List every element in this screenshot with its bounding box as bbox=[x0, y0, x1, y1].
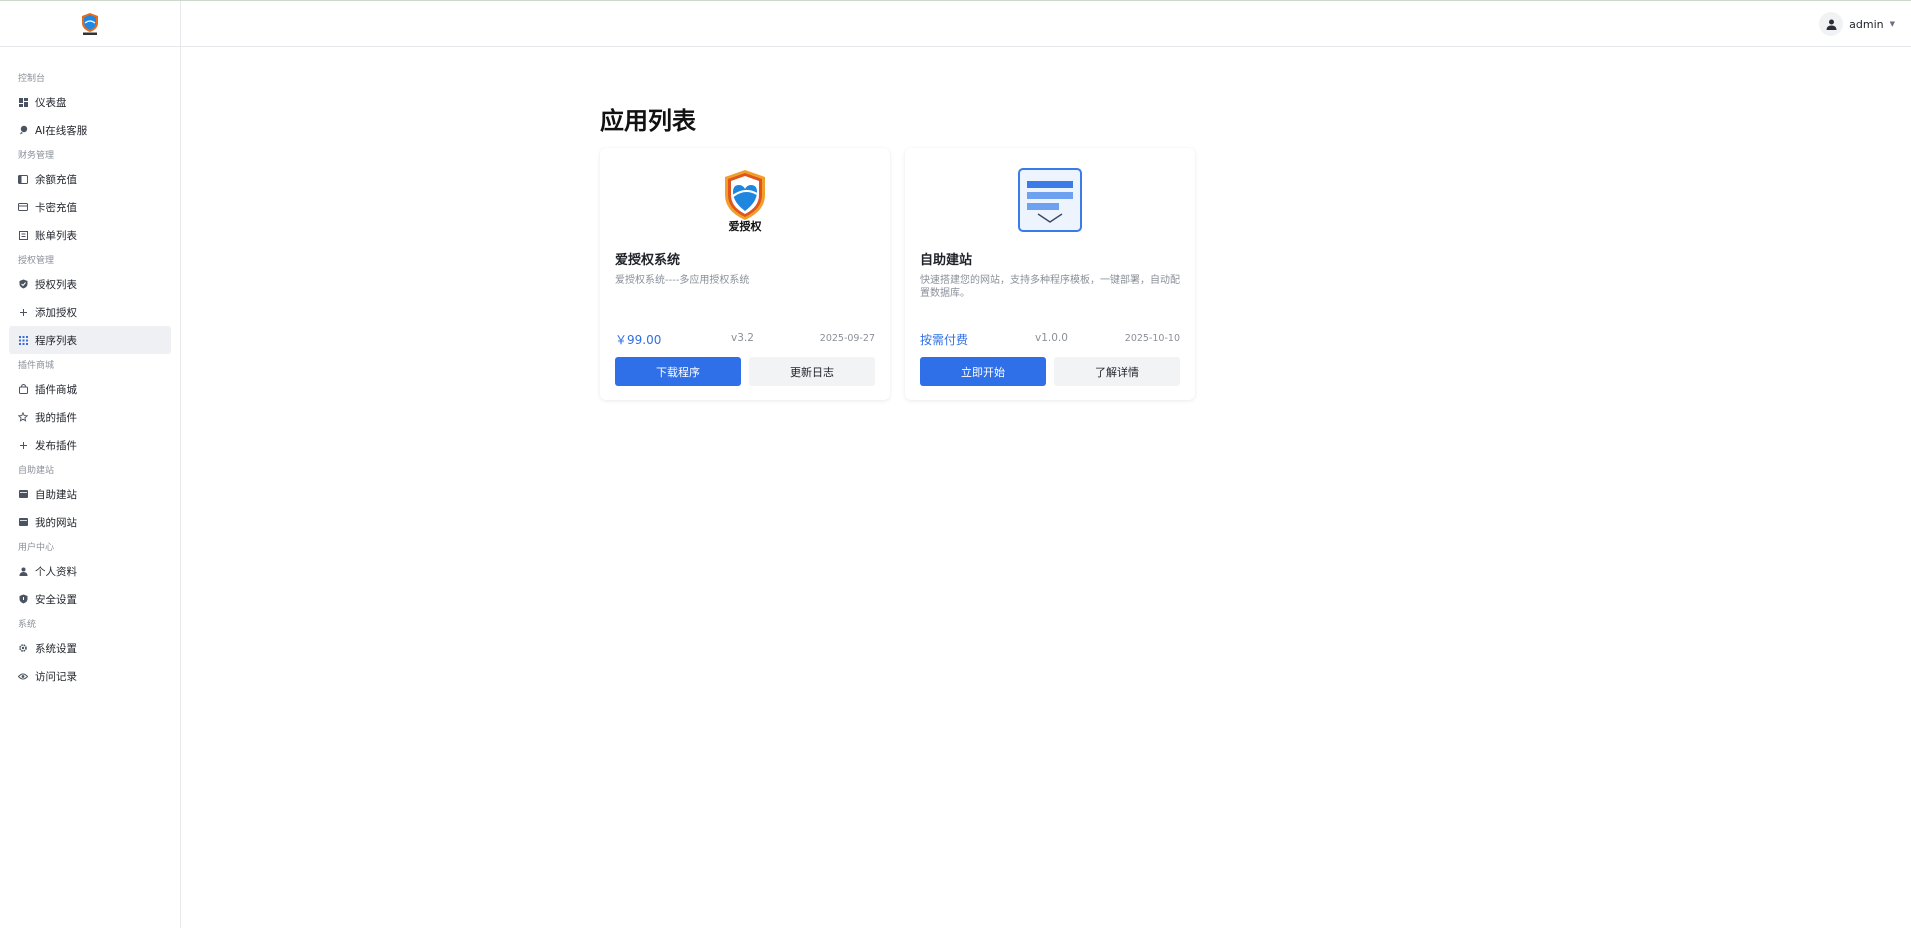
sidebar-item-label: 卡密充值 bbox=[35, 201, 77, 214]
sidebar-item-label: 仪表盘 bbox=[35, 96, 67, 109]
chevron-down-icon: ▼ bbox=[1889, 20, 1895, 28]
site-icon bbox=[18, 517, 28, 527]
sidebar-item-label: 访问记录 bbox=[35, 670, 77, 683]
app-description: 快速搭建您的网站，支持多种程序模板，一键部署，自动配置数据库。 bbox=[920, 275, 1180, 299]
website-template-icon bbox=[1018, 168, 1082, 232]
sidebar-item-plugin-store[interactable]: 插件商城 bbox=[9, 375, 171, 403]
app-version: v3.2 bbox=[731, 332, 754, 344]
sidebar-item-label: 系统设置 bbox=[35, 642, 77, 655]
nav-section-title: 授权管理 bbox=[18, 256, 55, 266]
sidebar-item-label: 个人资料 bbox=[35, 565, 77, 578]
sidebar-item-label: 程序列表 bbox=[35, 334, 77, 347]
eye-icon bbox=[18, 671, 28, 681]
nav-section-title: 插件商城 bbox=[18, 361, 55, 371]
sidebar-item-label: 自助建站 bbox=[35, 488, 77, 501]
nav-section-title: 财务管理 bbox=[18, 151, 55, 161]
user-icon bbox=[18, 566, 28, 576]
app-title: 爱授权系统 bbox=[615, 253, 681, 268]
username: admin bbox=[1849, 17, 1884, 31]
sidebar-item-label: 添加授权 bbox=[35, 306, 77, 319]
sidebar-item-bill-list[interactable]: 账单列表 bbox=[9, 221, 171, 249]
user-menu[interactable]: admin ▼ bbox=[1819, 12, 1895, 36]
app-logo bbox=[905, 168, 1195, 232]
shield-icon bbox=[18, 594, 28, 604]
avatar[interactable] bbox=[1819, 12, 1844, 36]
sidebar-item-my-plugins[interactable]: 我的插件 bbox=[9, 403, 171, 431]
app-price: ￥99.00 bbox=[615, 333, 662, 347]
user-icon bbox=[1826, 19, 1837, 30]
sidebar-item-label: 我的插件 bbox=[35, 411, 77, 424]
card-icon bbox=[18, 202, 28, 212]
sidebar-item-label: AI在线客服 bbox=[35, 124, 88, 137]
changelog-button[interactable]: 更新日志 bbox=[749, 357, 875, 386]
bag-icon bbox=[18, 384, 28, 394]
sidebar-item-label: 授权列表 bbox=[35, 278, 77, 291]
nav-section-title: 控制台 bbox=[18, 74, 46, 84]
nav-section-title: 自助建站 bbox=[18, 466, 55, 476]
app-title: 自助建站 bbox=[920, 253, 973, 268]
sidebar-item-system-settings[interactable]: 系统设置 bbox=[9, 634, 171, 662]
sidebar-nav: 控制台 仪表盘 AI在线客服 财务管理 余额充值 卡密充值 账单列表 授权管理 … bbox=[0, 47, 180, 690]
sidebar-item-add-license[interactable]: 添加授权 bbox=[9, 298, 171, 326]
sidebar-item-access-log[interactable]: 访问记录 bbox=[9, 662, 171, 690]
grid-icon bbox=[18, 335, 28, 345]
app-card: 爱授权 爱授权系统 爱授权系统----多应用授权系统 ￥99.00 v3.2 2… bbox=[600, 148, 890, 400]
sidebar-item-card-recharge[interactable]: 卡密充值 bbox=[9, 193, 171, 221]
start-now-button[interactable]: 立即开始 bbox=[920, 357, 1046, 386]
app-logo: 爱授权 bbox=[600, 168, 890, 232]
sidebar-item-label: 账单列表 bbox=[35, 229, 77, 242]
sidebar-item-label: 余额充值 bbox=[35, 173, 77, 186]
sidebar-item-label: 安全设置 bbox=[35, 593, 77, 606]
sidebar-item-dashboard[interactable]: 仪表盘 bbox=[9, 88, 171, 116]
svg-text:爱授权: 爱授权 bbox=[729, 219, 763, 232]
sidebar-item-program-list[interactable]: 程序列表 bbox=[9, 326, 171, 354]
brand-logo-icon bbox=[82, 12, 98, 35]
nav-section-title: 系统 bbox=[18, 620, 37, 630]
sidebar-item-profile[interactable]: 个人资料 bbox=[9, 557, 171, 585]
top-header: admin ▼ bbox=[181, 1, 1911, 47]
shield-check-icon bbox=[18, 279, 28, 289]
support-icon bbox=[18, 125, 28, 135]
sidebar-item-license-list[interactable]: 授权列表 bbox=[9, 270, 171, 298]
plus-icon bbox=[18, 440, 28, 450]
sidebar-item-publish-plugin[interactable]: 发布插件 bbox=[9, 431, 171, 459]
shield-logo-icon: 爱授权 bbox=[725, 170, 765, 232]
page-title: 应用列表 bbox=[600, 107, 696, 135]
sidebar: 控制台 仪表盘 AI在线客服 财务管理 余额充值 卡密充值 账单列表 授权管理 … bbox=[0, 1, 181, 928]
wallet-icon bbox=[18, 174, 28, 184]
learn-more-button[interactable]: 了解详情 bbox=[1054, 357, 1180, 386]
gear-icon bbox=[18, 643, 28, 653]
nav-section-title: 用户中心 bbox=[18, 543, 55, 553]
sidebar-item-label: 发布插件 bbox=[35, 439, 77, 452]
sidebar-item-site-builder[interactable]: 自助建站 bbox=[9, 480, 171, 508]
sidebar-item-my-sites[interactable]: 我的网站 bbox=[9, 508, 171, 536]
sidebar-item-label: 我的网站 bbox=[35, 516, 77, 529]
plus-icon bbox=[18, 307, 28, 317]
app-date: 2025-10-10 bbox=[1124, 333, 1180, 344]
app-description: 爱授权系统----多应用授权系统 bbox=[615, 275, 750, 286]
star-icon bbox=[18, 412, 28, 422]
sidebar-item-label: 插件商城 bbox=[35, 383, 77, 396]
download-button[interactable]: 下载程序 bbox=[615, 357, 741, 386]
app-price: 按需付费 bbox=[920, 333, 969, 347]
site-icon bbox=[18, 489, 28, 499]
dashboard-icon bbox=[18, 97, 28, 107]
sidebar-logo[interactable] bbox=[0, 1, 180, 47]
sidebar-item-balance-recharge[interactable]: 余额充值 bbox=[9, 165, 171, 193]
app-card: 自助建站 快速搭建您的网站，支持多种程序模板，一键部署，自动配置数据库。 按需付… bbox=[905, 148, 1195, 400]
app-version: v1.0.0 bbox=[1035, 332, 1068, 344]
app-date: 2025-09-27 bbox=[819, 333, 875, 344]
sidebar-item-security[interactable]: 安全设置 bbox=[9, 585, 171, 613]
bill-icon bbox=[18, 230, 28, 240]
sidebar-item-ai-support[interactable]: AI在线客服 bbox=[9, 116, 171, 144]
